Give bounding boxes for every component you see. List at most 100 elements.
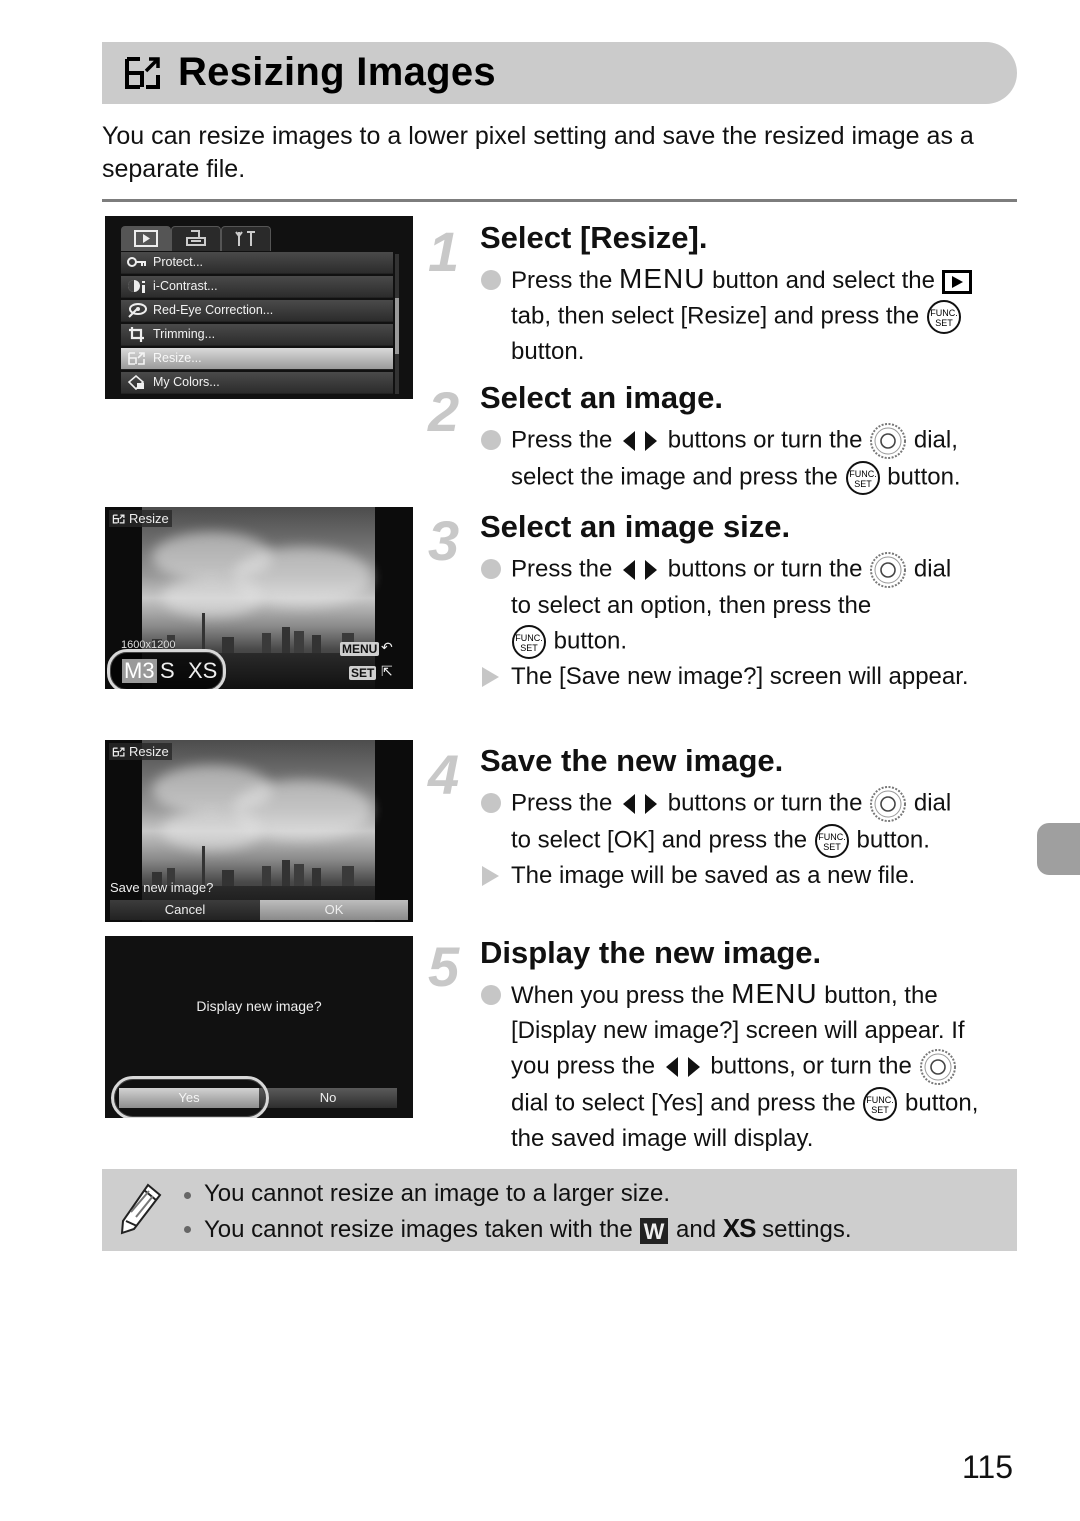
red-eye-icon [128,303,147,318]
i-contrast-icon [128,280,145,293]
control-dial-icon [919,1049,956,1085]
playback-icon [134,230,158,247]
instruction-bullet: Press the buttons or turn the dial, sele… [480,422,1025,496]
menu-button-glyph: MENU [619,263,706,294]
step-title: Select [Resize]. [480,220,708,255]
resize-icon [112,514,125,524]
menu-scrollbar[interactable] [395,254,399,394]
selection-highlight [111,1076,269,1118]
tab-settings[interactable] [221,226,271,251]
step-title: Display the new image. [480,935,822,970]
export-icon: ⇱ [381,663,393,679]
menu-item-protect[interactable]: Protect... [121,252,393,274]
menu-item-my-colors[interactable]: My Colors... [121,372,393,394]
instruction-bullet: Press the buttons or turn the dial to se… [480,785,1025,859]
svg-text:FUNC.: FUNC. [930,308,958,318]
func-set-button-icon: FUNC.SET [926,299,961,334]
left-right-arrows-icon [665,1057,700,1077]
display-prompt: Display new image? [196,998,322,1014]
step-number: 3 [428,509,460,572]
resize-icon [128,352,145,365]
svg-text:FUNC.: FUNC. [818,832,846,842]
key-icon [127,257,146,267]
back-icon: ↶ [381,639,393,655]
instruction-bullet: When you press the MENU button, the [Dis… [480,977,1000,1157]
step-number: 2 [428,380,460,443]
bullet-icon [481,430,501,450]
step-number: 4 [428,743,460,806]
svg-text:SET: SET [872,1105,890,1115]
svg-text:SET: SET [520,643,538,653]
result-arrow-icon [482,866,499,886]
menu-item-i-contrast[interactable]: i-Contrast... [121,276,393,298]
note-item: You cannot resize images taken with the … [184,1211,852,1247]
size-option-m3[interactable]: M3 [122,659,157,683]
bullet-icon [481,985,501,1005]
step-title: Select an image. [480,380,723,415]
camera-menu-screen: Protect... i-Contrast... Red-Eye Correct… [105,216,413,399]
menu-list: Protect... i-Contrast... Red-Eye Correct… [121,252,393,396]
menu-button-glyph: MENU [731,978,818,1009]
func-set-button-icon: FUNC.SET [512,624,546,659]
result-bullet: The [Save new image?] screen will appear… [480,660,1025,695]
svg-text:FUNC.: FUNC. [849,469,877,479]
print-icon [186,230,206,246]
tab-print[interactable] [171,226,221,251]
left-right-arrows-icon [623,794,658,814]
tab-playback[interactable] [121,226,171,251]
note-item: You cannot resize an image to a larger s… [184,1177,852,1211]
page-title: Resizing Images [178,50,496,94]
func-set-button-icon: FUNC.SET [863,1087,898,1121]
size-option-s[interactable]: S [160,659,175,683]
svg-text:SET: SET [823,842,841,852]
menu-item-resize[interactable]: Resize... [121,348,393,370]
pencil-icon [120,1183,162,1235]
bullet-icon [481,270,501,290]
instruction-bullet: Press the MENU button and select the tab… [480,262,1025,369]
settings-icon [235,231,255,246]
resize-icon [125,57,160,89]
result-arrow-icon [482,666,499,687]
size-selector[interactable]: M3 S XS [107,649,226,689]
note-box: You cannot resize an image to a larger s… [102,1169,1017,1251]
svg-text:FUNC.: FUNC. [515,633,543,643]
resize-screen-label: Resize [109,510,172,527]
step-number: 1 [428,220,460,283]
step-title: Save the new image. [480,743,784,778]
cancel-button[interactable]: Cancel [110,900,260,920]
menu-item-trimming[interactable]: Trimming... [121,324,393,346]
page-number: 115 [962,1449,1014,1485]
xs-size-icon: XS [722,1213,757,1243]
menu-key-badge: MENU [340,642,380,656]
control-dial-icon [870,423,907,459]
no-button[interactable]: No [259,1088,397,1108]
chapter-tab [1037,823,1080,875]
resize-icon [112,747,125,757]
svg-text:SET: SET [935,318,953,328]
playback-tab-icon [941,269,972,294]
intro-text: You can resize images to a lower pixel s… [102,122,974,183]
ok-button[interactable]: OK [260,900,408,920]
camera-display-screen: Display new image? Yes No [105,936,413,1118]
menu-item-red-eye-correction[interactable]: Red-Eye Correction... [121,300,393,322]
left-right-arrows-icon [623,431,658,451]
svg-text:W: W [644,1219,665,1244]
svg-text:FUNC.: FUNC. [867,1095,895,1105]
trimming-icon [129,327,144,342]
svg-text:SET: SET [854,479,872,489]
step-title: Select an image size. [480,509,791,544]
resize-screen-label: Resize [109,743,172,760]
widescreen-w-icon: W [640,1217,669,1244]
result-bullet: The image will be saved as a new file. [480,859,1025,894]
camera-save-screen: Resize Save new image? Cancel OK [105,740,413,922]
menu-scrollbar-thumb[interactable] [395,298,399,354]
size-option-xs[interactable]: XS [188,659,217,683]
step-number: 5 [428,935,460,998]
divider [102,199,1017,202]
my-colors-icon [127,375,145,390]
instruction-bullet: Press the buttons or turn the dial to se… [480,551,1025,660]
menu-tabs [121,226,271,251]
control-dial-icon [870,552,907,588]
func-set-button-icon: FUNC.SET [845,461,880,495]
set-key-badge: SET [349,666,377,680]
